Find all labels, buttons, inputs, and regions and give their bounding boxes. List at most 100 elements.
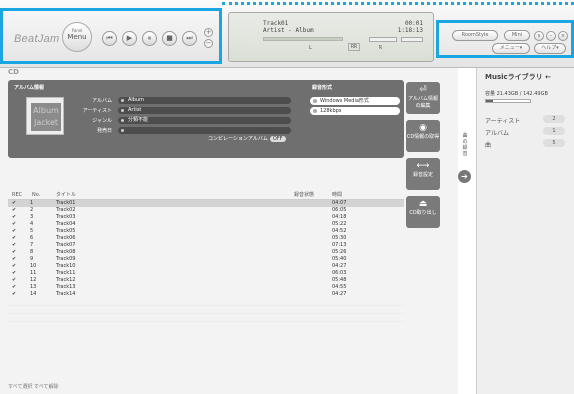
- table-row[interactable]: ✔ 8 Track08 05:26: [8, 249, 404, 256]
- album-info-panel: アルバム情報 録音形式 Album Jacket アルバム Album アーティ…: [8, 80, 404, 158]
- table-row[interactable]: ✔ 2 Track02 06:05: [8, 207, 404, 214]
- field-album-value[interactable]: Album: [118, 97, 291, 104]
- field-genre-value[interactable]: 分類不能: [118, 117, 291, 124]
- compilation-switch[interactable]: OFF: [269, 136, 286, 142]
- stat-artists-label: アーティスト: [485, 118, 521, 125]
- select-all-link[interactable]: すべて選択: [8, 384, 32, 390]
- get-cd-info-label: CD情報の取得: [406, 134, 440, 140]
- menu-dropdown[interactable]: メニュー▾: [492, 43, 530, 54]
- display-time-2: 1:18:13: [397, 27, 423, 34]
- settings-icon[interactable]: s: [534, 31, 544, 41]
- record-checkbox[interactable]: ✔: [12, 200, 16, 207]
- col-title[interactable]: タイトル: [56, 190, 76, 200]
- volume-down-button[interactable]: −: [204, 39, 213, 48]
- field-release-date-label: 発売日: [96, 128, 112, 134]
- eject-icon: ⏏: [418, 199, 428, 209]
- close-icon[interactable]: ×: [558, 31, 568, 41]
- track-title: Track04: [56, 221, 76, 227]
- record-checkbox[interactable]: ✔: [12, 291, 16, 298]
- prev-button[interactable]: ⏮: [102, 31, 117, 46]
- field-artist-label: アーティスト: [82, 108, 112, 114]
- roomstyle-button[interactable]: RoomStyle: [452, 30, 498, 41]
- record-checkbox[interactable]: ✔: [12, 235, 16, 242]
- record-checkbox[interactable]: ✔: [12, 249, 16, 256]
- field-artist-value[interactable]: Artist: [118, 107, 291, 114]
- record-checkbox[interactable]: ✔: [12, 228, 16, 235]
- stat-albums-label: アルバム: [485, 130, 509, 137]
- record-checkbox[interactable]: ✔: [12, 207, 16, 214]
- track-table: ✔ 1 Track01 04:07 ✔ 2 Track02 06:05 ✔ 3 Track03 04:…: [8, 200, 404, 322]
- panel-menu-button[interactable]: Panel Menu: [62, 22, 92, 52]
- col-no[interactable]: No.: [32, 190, 40, 200]
- record-arrow-icon[interactable]: ➔: [458, 170, 471, 183]
- track-title: Track06: [56, 235, 76, 241]
- col-status[interactable]: 録音状態: [294, 190, 314, 200]
- app-logo: BeatJam: [14, 33, 60, 45]
- music-library-panel: Musicライブラリ ← 容量 21.43GB / 142.49GB アーティス…: [476, 68, 574, 394]
- minimize-icon[interactable]: –: [546, 31, 556, 41]
- format-header: 録音形式: [312, 85, 333, 91]
- capacity-label: 容量 21.43GB / 142.49GB: [485, 91, 548, 97]
- display-mode-indicator: [369, 37, 397, 42]
- col-rec[interactable]: REC: [12, 190, 22, 200]
- stat-songs[interactable]: 曲 5: [485, 139, 565, 149]
- table-row[interactable]: ✔ 5 Track05 04:52: [8, 228, 404, 235]
- table-row[interactable]: ✔ 11 Track11 06:03: [8, 270, 404, 277]
- display-mode-indicator-2: [401, 37, 423, 42]
- table-row[interactable]: ✔ 7 Track07 07:13: [8, 242, 404, 249]
- record-checkbox[interactable]: ✔: [12, 284, 16, 291]
- bitrate-option[interactable]: 128kbps: [310, 107, 400, 115]
- library-title[interactable]: Musicライブラリ ←: [485, 72, 551, 82]
- table-row[interactable]: ✔ 3 Track03 04:18: [8, 214, 404, 221]
- stop-button[interactable]: ■: [162, 31, 177, 46]
- table-row[interactable]: ✔ 4 Track04 05:22: [8, 221, 404, 228]
- compilation-toggle[interactable]: コンピレーションアルバム OFF: [208, 135, 286, 142]
- table-row[interactable]: ✔ 12 Track12 05:48: [8, 277, 404, 284]
- field-genre-label: ジャンル: [92, 118, 112, 124]
- stat-artists[interactable]: アーティスト 2: [485, 115, 565, 125]
- get-cd-info-button[interactable]: ◉ CD情報の取得: [406, 120, 440, 152]
- record-checkbox[interactable]: ✔: [12, 256, 16, 263]
- top-bar: BeatJam Panel Menu ⏮ ▶ ⏸ ■ ⏭ + − Track01…: [0, 0, 574, 68]
- track-title: Track12: [56, 277, 76, 283]
- record-checkbox[interactable]: ✔: [12, 270, 16, 277]
- table-row[interactable]: ✔ 13 Track13 04:55: [8, 284, 404, 291]
- col-time[interactable]: 時間: [332, 190, 342, 200]
- back-arrow-icon[interactable]: ←: [545, 73, 551, 81]
- record-checkbox[interactable]: ✔: [12, 242, 16, 249]
- volume-up-button[interactable]: +: [204, 28, 213, 37]
- stat-albums[interactable]: アルバム 1: [485, 127, 565, 137]
- help-dropdown-label: ヘルプ: [541, 45, 557, 51]
- track-time: 05:26: [332, 249, 347, 255]
- edit-album-info-button[interactable]: ⏎ アルバム情報の編集: [406, 82, 440, 114]
- record-checkbox[interactable]: ✔: [12, 263, 16, 270]
- track-table-header: REC No. タイトル 録音状態 時間: [8, 190, 404, 200]
- table-row[interactable]: ✔ 9 Track09 05:40: [8, 256, 404, 263]
- recording-settings-button[interactable]: ⟷ 録音設定: [406, 158, 440, 190]
- album-jacket: Album Jacket: [26, 97, 64, 135]
- eject-cd-button[interactable]: ⏏ CD取り出し: [406, 196, 440, 228]
- track-time: 04:07: [332, 200, 347, 206]
- play-button[interactable]: ▶: [122, 31, 137, 46]
- deselect-all-link[interactable]: すべて解除: [34, 384, 58, 390]
- format-option[interactable]: Windows Media形式: [310, 97, 400, 105]
- cd-info-icon: ◉: [419, 123, 427, 133]
- record-checkbox[interactable]: ✔: [12, 221, 16, 228]
- field-release-date-value[interactable]: [118, 127, 291, 134]
- table-row[interactable]: ✔ 1 Track01 04:07: [8, 200, 404, 207]
- seek-bar[interactable]: [263, 37, 343, 41]
- track-title: Track07: [56, 242, 76, 248]
- pause-button[interactable]: ⏸: [142, 31, 157, 46]
- record-checkbox[interactable]: ✔: [12, 214, 16, 221]
- record-checkbox[interactable]: ✔: [12, 277, 16, 284]
- table-row[interactable]: ✔ 14 Track14 04:27: [8, 291, 404, 298]
- track-number: 5: [30, 228, 34, 234]
- beatjam-app: BeatJam Panel Menu ⏮ ▶ ⏸ ■ ⏭ + − Track01…: [0, 0, 574, 394]
- help-dropdown[interactable]: ヘルプ▾: [534, 43, 566, 54]
- mini-button[interactable]: Mini: [504, 30, 530, 41]
- table-row[interactable]: ✔ 10 Track10 04:27: [8, 263, 404, 270]
- track-time: 04:55: [332, 284, 347, 290]
- table-row[interactable]: ✔ 6 Track06 05:30: [8, 235, 404, 242]
- track-time: 05:30: [332, 235, 347, 241]
- next-button[interactable]: ⏭: [182, 31, 197, 46]
